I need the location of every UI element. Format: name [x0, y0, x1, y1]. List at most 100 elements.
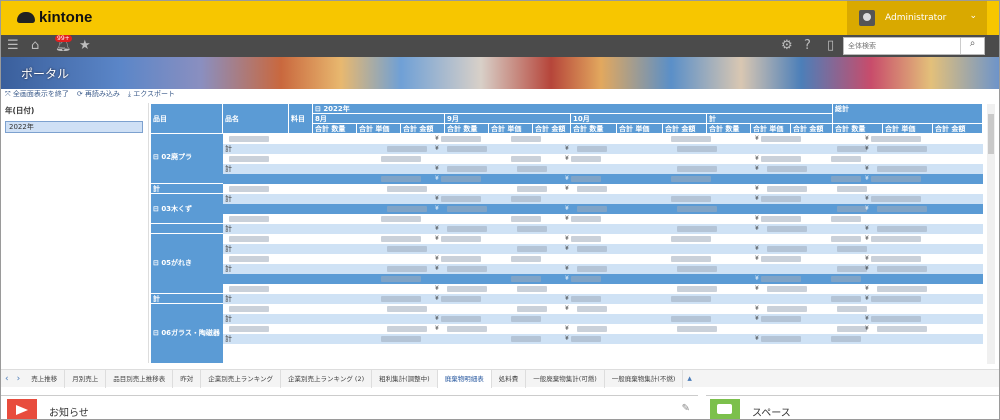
header-month[interactable]: 9月: [445, 114, 571, 124]
currency-symbol: ¥: [865, 195, 869, 202]
filter-panel: 年(日付) 2022年: [1, 103, 149, 363]
user-menu[interactable]: Administrator ⌄: [847, 1, 987, 35]
reload-button[interactable]: ⟳ 再読み込み: [77, 89, 120, 101]
group-02[interactable]: ⊟ 02廃プラ: [151, 134, 223, 184]
group-05[interactable]: ⊟ 05がれき: [151, 234, 223, 294]
redacted-value: [671, 296, 711, 302]
redacted-value: [871, 196, 921, 202]
subtotal-cell: 計: [225, 295, 232, 303]
header-month[interactable]: 計: [707, 114, 833, 124]
reload-label: 再読み込み: [84, 90, 120, 98]
header-measure: 合計 数量: [313, 124, 357, 134]
header-year[interactable]: ⊟ 2022年: [313, 104, 833, 114]
redacted-name: [229, 136, 269, 142]
redacted-value: [761, 316, 801, 322]
vertical-scrollbar[interactable]: [987, 104, 995, 364]
table-row: ¥ ¥: [223, 154, 983, 164]
redacted-value: [441, 296, 481, 302]
redacted-value: [871, 176, 921, 182]
redacted-value: [831, 236, 861, 242]
kintone-logo-icon: [17, 12, 35, 23]
redacted-value: [571, 276, 601, 282]
edit-icon[interactable]: ✎: [682, 403, 690, 414]
redacted-value: [767, 286, 807, 292]
search-input[interactable]: [844, 38, 956, 54]
redacted-value: [387, 266, 427, 272]
sheet-tab[interactable]: 売上推移: [24, 369, 66, 388]
sheet-tab[interactable]: 企業別売上ランキング (2): [281, 369, 373, 388]
redacted-value: [831, 336, 861, 342]
user-name: Administrator: [885, 13, 947, 23]
sheet-tab[interactable]: 粗利集計(調整中): [372, 369, 438, 388]
redacted-value: [441, 196, 481, 202]
redacted-value: [877, 166, 927, 172]
redacted-value: [571, 216, 601, 222]
redacted-name: [229, 186, 269, 192]
redacted-value: [517, 306, 547, 312]
currency-symbol: ¥: [435, 295, 439, 302]
currency-symbol: ¥: [755, 165, 759, 172]
kintone-logo[interactable]: kintone: [17, 9, 92, 26]
redacted-value: [871, 136, 921, 142]
currency-symbol: ¥: [435, 205, 439, 212]
table-row: ¥ ¥ ¥: [223, 254, 983, 264]
redacted-value: [511, 256, 541, 262]
sheet-tab[interactable]: 品目別売上推移表: [106, 369, 174, 388]
currency-symbol: ¥: [565, 335, 569, 342]
redacted-value: [677, 166, 717, 172]
header-measure: 合計 単価: [751, 124, 791, 134]
sheet-tab[interactable]: 一般廃棄物集計(不燃): [605, 369, 684, 388]
redacted-value: [831, 156, 861, 162]
home-icon[interactable]: ⌂: [31, 38, 39, 54]
export-button[interactable]: ⤓ エクスポート: [128, 89, 175, 101]
header-month[interactable]: 8月: [313, 114, 445, 124]
table-row: ¥ ¥ ¥: [223, 284, 983, 294]
star-icon[interactable]: ★: [79, 38, 91, 54]
redacted-value: [517, 286, 547, 292]
header-month[interactable]: 10月: [571, 114, 707, 124]
currency-symbol: ¥: [755, 155, 759, 162]
redacted-value: [577, 306, 607, 312]
sheet-tab[interactable]: 企業別売上ランキング: [201, 369, 282, 388]
sheet-tab[interactable]: 処料費: [492, 369, 527, 388]
redacted-value: [447, 206, 487, 212]
redacted-value: [577, 206, 607, 212]
subtotal-cell: 計: [225, 335, 232, 343]
currency-symbol: ¥: [565, 305, 569, 312]
group-label: 05がれき: [161, 259, 193, 267]
table-row: ¥ ¥ ¥: [223, 134, 983, 144]
tab-prev-icon[interactable]: ‹: [1, 374, 13, 384]
subtotal-cell: 計: [225, 195, 232, 203]
sheet-tab[interactable]: 廃棄物明細表: [437, 369, 492, 388]
avatar: [859, 10, 875, 26]
scroll-thumb[interactable]: [988, 114, 994, 154]
currency-symbol: ¥: [435, 135, 439, 142]
redacted-value: [871, 296, 921, 302]
redacted-value: [837, 246, 867, 252]
sheet-tab[interactable]: 月別売上: [65, 369, 107, 388]
tab-next-icon[interactable]: ›: [13, 374, 25, 384]
redacted-value: [761, 216, 801, 222]
menu-icon[interactable]: ☰: [7, 38, 19, 54]
sheet-tab[interactable]: 昨対: [173, 369, 202, 388]
tab-menu-icon[interactable]: ▴: [683, 374, 696, 384]
redacted-value: [677, 286, 717, 292]
header-measure: 合計 数量: [833, 124, 883, 134]
group-06[interactable]: ⊟ 06ガラス・陶磁器: [151, 304, 223, 364]
search-icon[interactable]: ⌕: [960, 38, 984, 54]
table-row: ¥ ¥: [223, 184, 983, 194]
sheet-tab[interactable]: 一般廃棄物集計(可燃): [526, 369, 605, 388]
currency-symbol: ¥: [565, 265, 569, 272]
redacted-value: [571, 176, 601, 182]
mobile-icon[interactable]: ▯: [827, 38, 834, 54]
year-filter-value[interactable]: 2022年: [5, 121, 143, 133]
header-name: 品名: [223, 104, 289, 134]
redacted-value: [877, 326, 927, 332]
gear-icon[interactable]: ⚙: [781, 38, 793, 54]
group-03[interactable]: ⊟ 03木くず: [151, 194, 223, 224]
help-icon[interactable]: ?: [804, 38, 811, 54]
header-measure: 合計 数量: [445, 124, 489, 134]
redacted-value: [387, 206, 427, 212]
exit-fullscreen-button[interactable]: ⤧ 全画面表示を終了: [5, 89, 69, 101]
redacted-value: [517, 246, 547, 252]
